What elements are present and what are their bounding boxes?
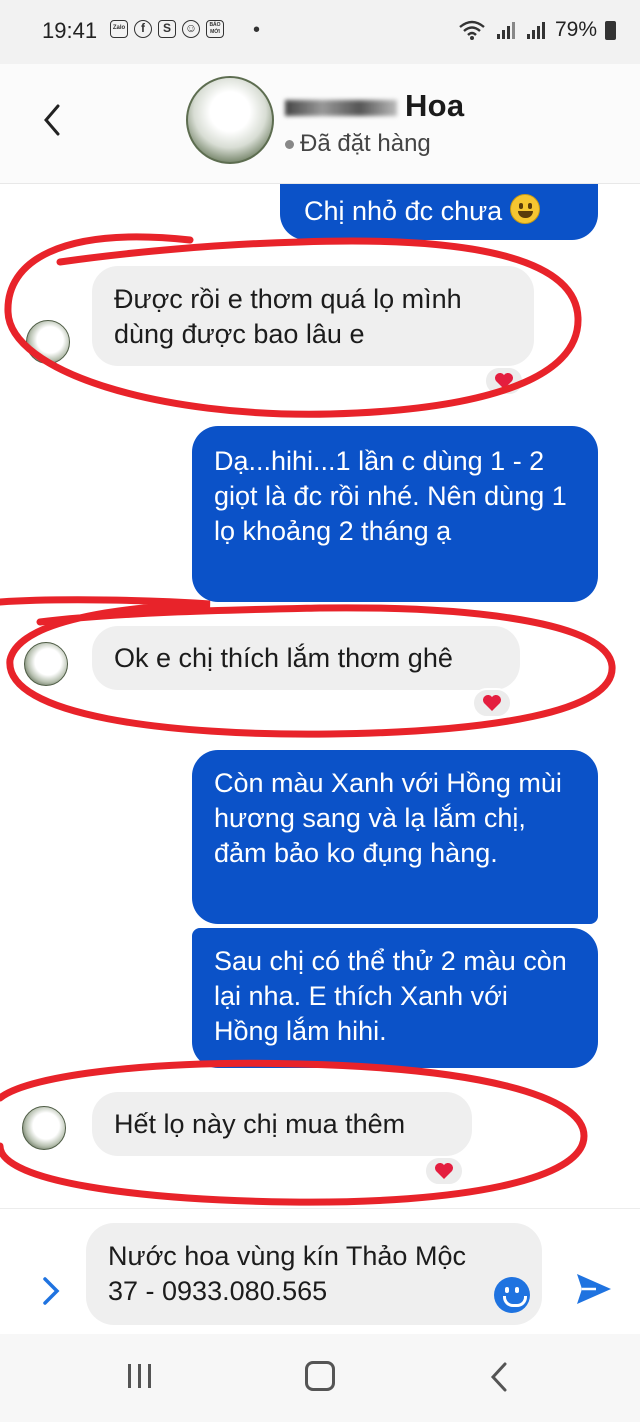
highlight-circle [0, 1059, 588, 1206]
recent-apps-icon[interactable] [128, 1364, 151, 1388]
message-input[interactable]: Nước hoa vùng kín Thảo Mộc 37 - 0933.080… [86, 1223, 542, 1325]
expand-chevron-icon[interactable] [40, 1275, 62, 1307]
send-icon[interactable] [574, 1271, 614, 1307]
highlight-circle [0, 596, 616, 738]
home-icon[interactable] [305, 1361, 335, 1391]
emoji-picker-icon[interactable] [494, 1277, 530, 1313]
nav-back-icon[interactable] [488, 1360, 510, 1394]
highlight-circle [4, 233, 582, 418]
message-input-text[interactable]: Nước hoa vùng kín Thảo Mộc 37 - 0933.080… [108, 1239, 488, 1309]
messenger-screen: 19:41 Zalo f S ☺ BÁO MỚI • 79% Hoa Đã đặ… [0, 0, 640, 1422]
message-composer: Nước hoa vùng kín Thảo Mộc 37 - 0933.080… [0, 1208, 640, 1334]
android-nav-bar [0, 1334, 640, 1422]
